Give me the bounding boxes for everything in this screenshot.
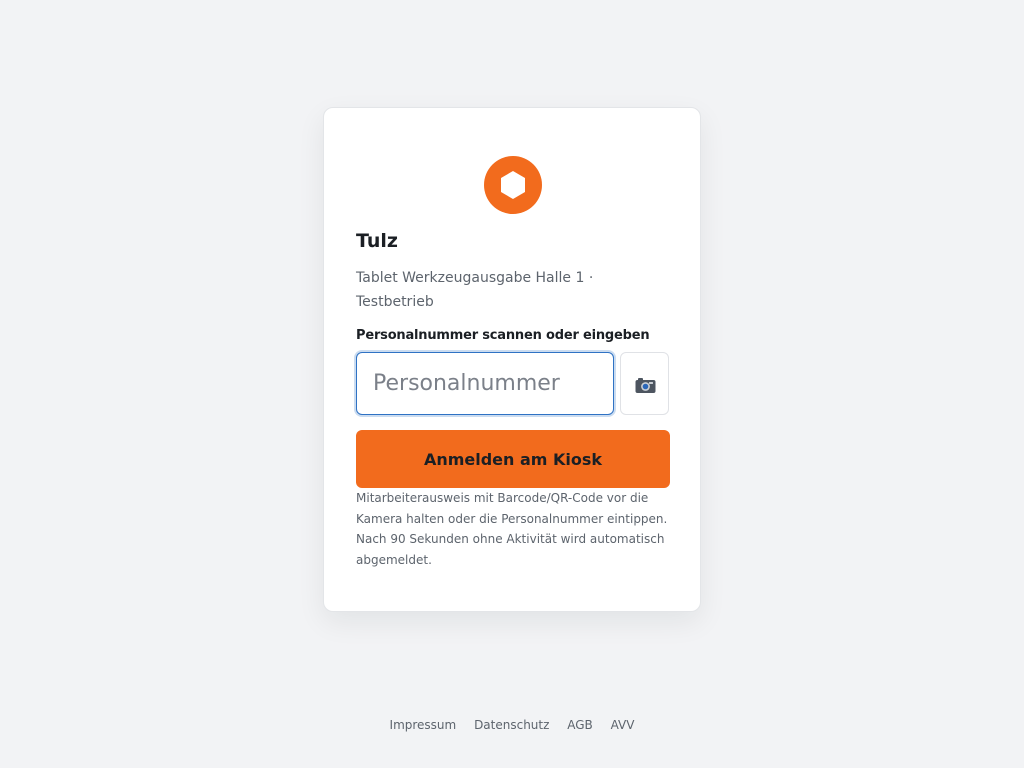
- kiosk-login-button[interactable]: Anmelden am Kiosk: [356, 430, 670, 488]
- camera-scan-button[interactable]: [620, 352, 669, 415]
- personnel-number-input[interactable]: [356, 352, 614, 415]
- footer-link-datenschutz[interactable]: Datenschutz: [474, 718, 549, 732]
- footer-link-impressum[interactable]: Impressum: [390, 718, 457, 732]
- footer-links: Impressum Datenschutz AGB AVV: [0, 718, 1024, 732]
- hexagon-icon: [501, 171, 525, 199]
- footer-link-avv[interactable]: AVV: [611, 718, 635, 732]
- login-card: Tulz Tablet Werkzeugausgabe Halle 1 · Te…: [323, 107, 701, 612]
- device-subtitle: Tablet Werkzeugausgabe Halle 1 · Testbet…: [356, 270, 594, 310]
- brand-logo: [484, 156, 542, 214]
- kiosk-login-page: Tulz Tablet Werkzeugausgabe Halle 1 · Te…: [0, 0, 1024, 768]
- app-name: Tulz: [356, 230, 398, 252]
- personnel-number-label: Personalnummer scannen oder eingeben: [356, 328, 650, 343]
- login-hint: Mitarbeiterausweis mit Barcode/QR-Code v…: [356, 491, 668, 567]
- camera-icon: [635, 378, 656, 393]
- footer-link-agb[interactable]: AGB: [567, 718, 593, 732]
